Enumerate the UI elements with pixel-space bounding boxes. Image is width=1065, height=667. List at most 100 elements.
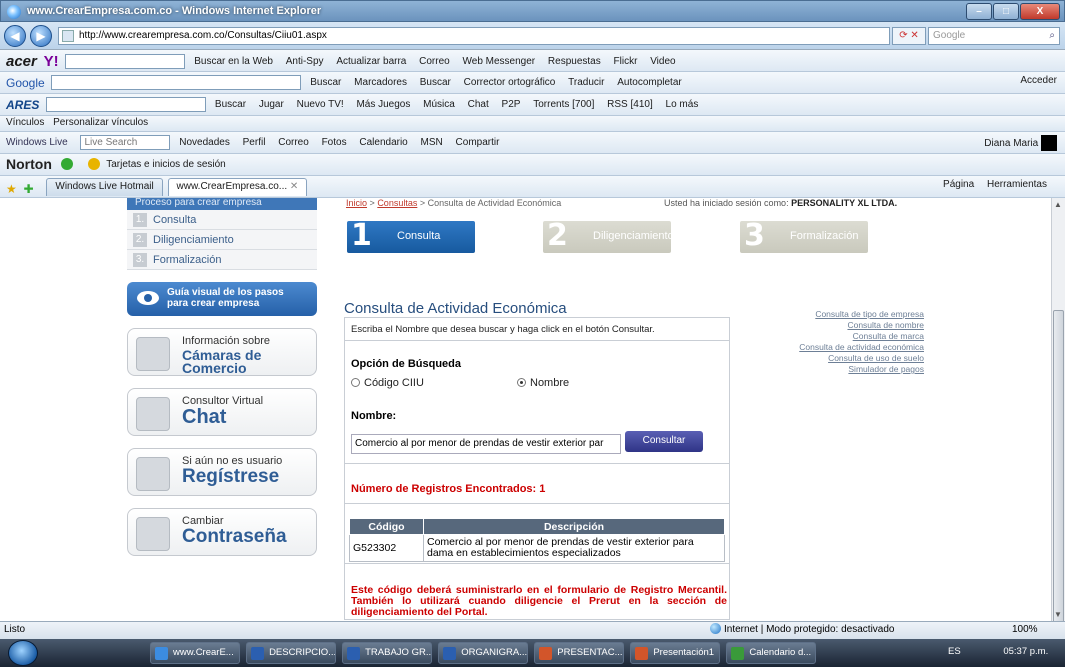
step-tab-formalizacion[interactable]: 3 Formalización <box>740 221 868 253</box>
toolbar-item[interactable]: Buscar <box>420 77 451 88</box>
google-signin[interactable]: Acceder <box>1020 75 1057 86</box>
norton-status-icon[interactable] <box>60 158 73 170</box>
tab-crearempresa[interactable]: www.CrearEmpresa.co... ✕ <box>167 178 308 196</box>
link-tipo-empresa[interactable]: Consulta de tipo de empresa <box>720 309 924 320</box>
toolbar-item[interactable]: Música <box>423 99 455 110</box>
toolbar-item[interactable]: Correo <box>419 56 450 67</box>
norton-toolbar: Norton Tarjetas e inicios de sesión <box>0 154 1065 176</box>
minimize-button[interactable]: – <box>966 3 992 20</box>
toolbar-item[interactable]: Web Messenger <box>463 56 536 67</box>
back-button[interactable]: ◀ <box>4 25 26 47</box>
live-search-input[interactable]: Live Search <box>80 135 171 150</box>
visual-guide-button[interactable]: Guía visual de los pasos para crear empr… <box>127 282 317 316</box>
toolbar-item[interactable]: Perfil <box>243 137 266 148</box>
norton-cards-item[interactable]: Tarjetas e inicios de sesión <box>106 159 226 170</box>
toolbar-item[interactable]: Traducir <box>568 77 604 88</box>
toolbar-item[interactable]: Autocompletar <box>617 77 681 88</box>
add-favorite-icon[interactable]: ✚ <box>24 182 34 196</box>
sidebar-step-consulta[interactable]: 1. Consulta <box>127 210 317 230</box>
step-tab-consulta[interactable]: 1 Consulta <box>347 221 475 253</box>
sidebar-step-formalizacion[interactable]: 3. Formalización <box>127 250 317 270</box>
scroll-up-icon[interactable]: ▲ <box>1054 200 1062 209</box>
step-tab-diligenciamiento[interactable]: 2 Diligenciamiento <box>543 221 674 253</box>
scroll-thumb[interactable] <box>1053 310 1064 625</box>
refresh-stop-buttons[interactable]: ⟳ ✕ <box>892 27 926 45</box>
language-indicator[interactable]: ES <box>948 646 961 657</box>
toolbar-item[interactable]: Más Juegos <box>356 99 410 110</box>
link-simulador-pagos[interactable]: Simulador de pagos <box>720 364 924 375</box>
toolbar-item[interactable]: Fotos <box>322 137 347 148</box>
yahoo-search-input[interactable] <box>65 54 186 69</box>
favorites-star-icon[interactable]: ★ <box>6 182 17 196</box>
toolbar-item[interactable]: P2P <box>502 99 521 110</box>
toolbar-item[interactable]: Nuevo TV! <box>297 99 344 110</box>
link-marca[interactable]: Consulta de marca <box>720 331 924 342</box>
address-input[interactable]: http://www.crearempresa.com.co/Consultas… <box>58 27 890 45</box>
toolbar-item[interactable]: Buscar <box>215 99 246 110</box>
google-search-input[interactable] <box>51 75 302 90</box>
task-calendar[interactable]: Calendario d... <box>726 642 817 664</box>
radio-button-selected[interactable] <box>517 378 526 387</box>
toolbar-item[interactable]: Buscar <box>310 77 341 88</box>
scroll-down-icon[interactable]: ▼ <box>1054 610 1062 619</box>
task-ie[interactable]: www.CrearE... <box>150 642 240 664</box>
register-box[interactable]: Si aún no es usuario Regístrese <box>127 448 317 496</box>
toolbar-item[interactable]: Buscar en la Web <box>194 56 273 67</box>
task-word[interactable]: ORGANIGRA... <box>438 642 529 664</box>
link-uso-suelo[interactable]: Consulta de uso de suelo <box>720 353 924 364</box>
toolbar-item[interactable]: MSN <box>421 137 443 148</box>
breadcrumb-consultas[interactable]: Consultas <box>377 198 417 208</box>
nombre-input[interactable]: Comercio al por menor de prendas de vest… <box>351 434 621 454</box>
toolbar-item[interactable]: Jugar <box>259 99 284 110</box>
radio-button[interactable] <box>351 378 360 387</box>
users-icon <box>136 517 170 551</box>
browser-search-input[interactable]: Google ⌕ <box>928 27 1060 45</box>
tools-menu[interactable]: Herramientas <box>987 179 1047 190</box>
yahoo-logo[interactable]: Y! <box>44 53 59 70</box>
toolbar-item[interactable]: Calendario <box>359 137 407 148</box>
link-actividad-economica[interactable]: Consulta de actividad económica <box>720 342 924 353</box>
ares-search-input[interactable] <box>46 97 207 112</box>
maximize-button[interactable]: □ <box>993 3 1019 20</box>
clock[interactable]: 05:37 p.m. <box>1003 646 1048 657</box>
toolbar-item[interactable]: Flickr <box>614 56 638 67</box>
task-powerpoint[interactable]: PRESENTAC... <box>534 642 625 664</box>
toolbar-item[interactable]: Chat <box>468 99 489 110</box>
start-button[interactable] <box>8 640 38 666</box>
toolbar-item[interactable]: RSS [410] <box>607 99 653 110</box>
camaras-box[interactable]: Información sobre Cámaras de Comercio <box>127 328 317 376</box>
search-icon[interactable]: ⌕ <box>1049 28 1055 44</box>
user-avatar[interactable] <box>1041 135 1057 151</box>
zoom-level[interactable]: 100% <box>1012 622 1038 638</box>
customize-links[interactable]: Personalizar vínculos <box>53 117 148 128</box>
consultar-button[interactable]: Consultar <box>625 431 703 452</box>
tab-hotmail[interactable]: Windows Live Hotmail <box>46 178 163 196</box>
toolbar-item[interactable]: Correo <box>278 137 309 148</box>
task-word[interactable]: DESCRIPCIO... <box>246 642 337 664</box>
toolbar-item[interactable]: Novedades <box>179 137 230 148</box>
toolbar-item[interactable]: Actualizar barra <box>336 56 406 67</box>
task-powerpoint[interactable]: Presentación1 <box>630 642 721 664</box>
toolbar-item[interactable]: Marcadores <box>354 77 407 88</box>
breadcrumb-home[interactable]: Inicio <box>346 198 367 208</box>
radio-nombre[interactable]: Nombre <box>517 377 569 389</box>
toolbar-item[interactable]: Compartir <box>456 137 500 148</box>
tab-close-icon[interactable]: ✕ <box>290 179 298 195</box>
toolbar-item[interactable]: Torrents [700] <box>533 99 594 110</box>
toolbar-item[interactable]: Respuestas <box>548 56 601 67</box>
toolbar-item[interactable]: Anti-Spy <box>286 56 324 67</box>
toolbar-item[interactable]: Lo más <box>666 99 699 110</box>
sidebar-step-diligenciamiento[interactable]: 2. Diligenciamiento <box>127 230 317 250</box>
page-menu[interactable]: Página <box>943 179 974 190</box>
forward-button[interactable]: ▶ <box>30 25 52 47</box>
toolbar-item[interactable]: Corrector ortográfico <box>464 77 556 88</box>
radio-ciiu[interactable]: Código CIIU <box>351 377 424 389</box>
password-box[interactable]: Cambiar Contraseña <box>127 508 317 556</box>
live-user-name[interactable]: Diana Maria <box>984 138 1038 149</box>
page-scrollbar[interactable]: ▲ ▼ <box>1051 198 1065 625</box>
chat-box[interactable]: Consultor Virtual Chat <box>127 388 317 436</box>
toolbar-item[interactable]: Video <box>650 56 675 67</box>
task-word[interactable]: TRABAJO GR... <box>342 642 433 664</box>
close-button[interactable]: X <box>1020 3 1060 20</box>
link-nombre[interactable]: Consulta de nombre <box>720 320 924 331</box>
